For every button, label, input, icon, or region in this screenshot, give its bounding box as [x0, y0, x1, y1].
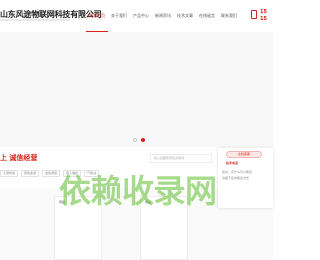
nav-products[interactable]: 产品中心 [130, 0, 152, 32]
phone-number-1: 15 [260, 9, 267, 15]
watermark-text: 依赖收录网 [59, 172, 217, 210]
phone-icon [251, 10, 257, 19]
tag-item[interactable]: 土壤墒情 [0, 170, 19, 177]
logo-subtitle-bar [0, 19, 70, 21]
tag-item[interactable]: 虫情测报 [42, 170, 61, 177]
hero-banner[interactable] [0, 32, 273, 147]
nav-message[interactable]: 在线留言 [196, 0, 218, 32]
nav-contact[interactable]: 联系我们 [218, 0, 240, 32]
nav-about[interactable]: 关于我们 [108, 0, 130, 32]
online-service-button[interactable]: 在线客服 [226, 151, 262, 158]
widget-message-line: 请留下您的联系方式 [222, 176, 250, 180]
customer-service-widget: 在线客服 技术电话 您好，有什么可以帮您 请留下您的联系方式 [218, 148, 273, 208]
site-header: 山东风途物联网科技有限公司 网站首页 关于我们 产品中心 新闻资讯 技术文章 在… [0, 0, 273, 32]
phone-number-2: 15 [260, 16, 267, 22]
nav-news[interactable]: 新闻资讯 [152, 0, 174, 32]
nav-articles[interactable]: 技术文章 [174, 0, 196, 32]
carousel-dot-1[interactable] [133, 138, 137, 142]
tag-item[interactable]: 苗情监测 [21, 170, 40, 177]
phone-contact: 15 15 [251, 7, 273, 27]
tech-phone-button[interactable]: 技术电话 [226, 160, 262, 166]
main-nav: 网站首页 关于我们 产品中心 新闻资讯 技术文章 在线留言 联系我们 [86, 0, 240, 32]
widget-message-line: 您好，有什么可以帮您 [222, 170, 253, 174]
carousel-dot-2-active[interactable] [141, 138, 145, 142]
slogan-text: 上 诚信经营 [0, 154, 38, 162]
search-input[interactable]: 输入您要搜索的关键词 [150, 154, 212, 163]
nav-home[interactable]: 网站首页 [86, 0, 108, 32]
